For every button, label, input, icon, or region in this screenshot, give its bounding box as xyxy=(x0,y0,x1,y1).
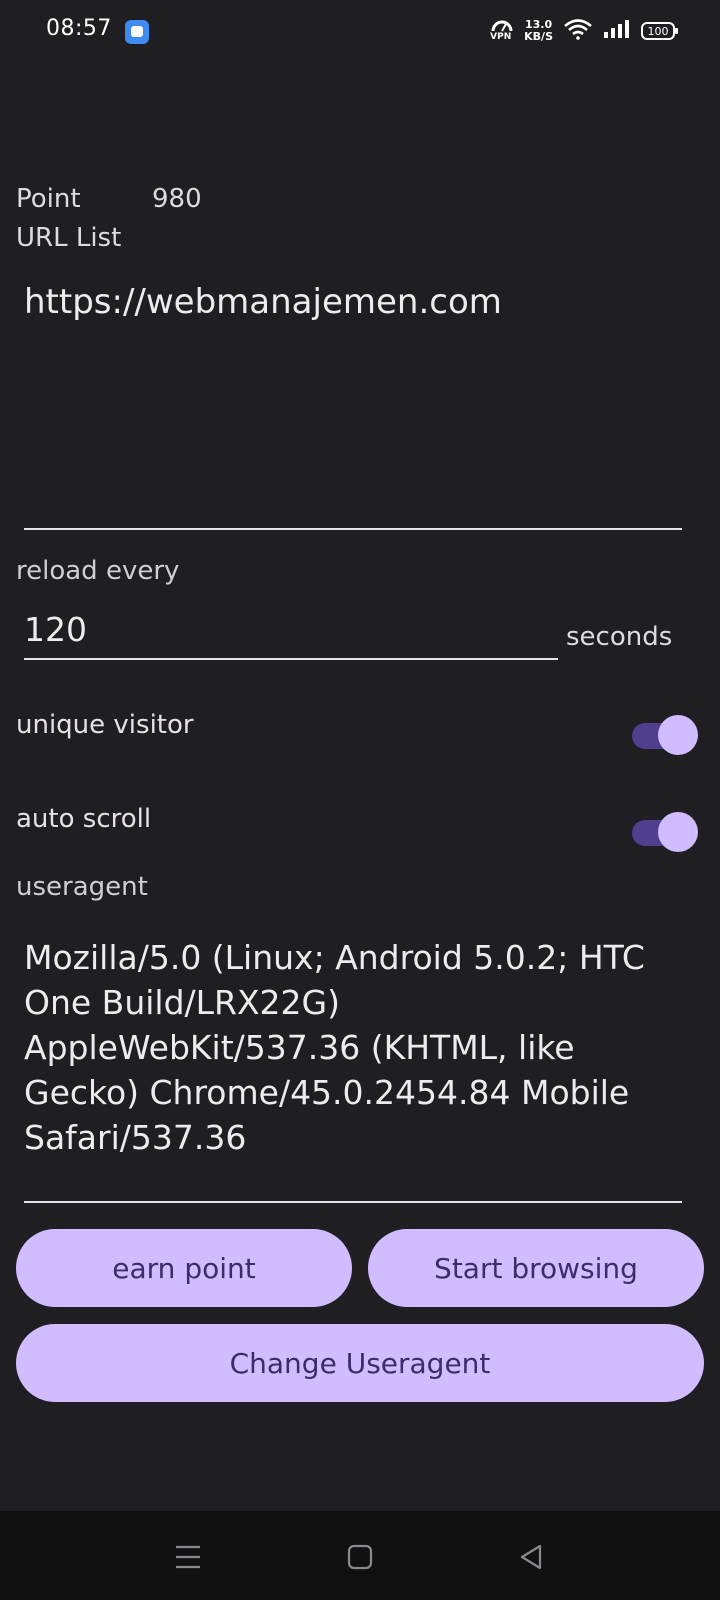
change-useragent-button[interactable]: Change Useragent xyxy=(16,1324,704,1402)
network-speed-unit: KB/S xyxy=(524,30,553,43)
url-list-value: https://webmanajemen.com xyxy=(24,282,502,322)
app-notification-icon xyxy=(125,20,149,44)
recent-apps-icon[interactable] xyxy=(170,1539,206,1575)
earn-point-button[interactable]: earn point xyxy=(16,1229,352,1307)
status-icons: VPN 13.0 KB/S 100 xyxy=(490,18,678,44)
navigation-bar xyxy=(0,1511,720,1600)
battery-icon: 100 xyxy=(641,22,678,40)
unique-visitor-label: unique visitor xyxy=(16,710,194,740)
point-value: 980 xyxy=(152,184,202,214)
useragent-value: Mozilla/5.0 (Linux; Android 5.0.2; HTC O… xyxy=(24,938,645,1157)
seconds-unit-label: seconds xyxy=(566,622,673,652)
home-icon[interactable] xyxy=(342,1539,378,1575)
point-label: Point xyxy=(16,184,81,214)
useragent-input[interactable]: Mozilla/5.0 (Linux; Android 5.0.2; HTC O… xyxy=(24,935,682,1203)
status-time: 08:57 xyxy=(46,16,112,41)
back-icon[interactable] xyxy=(514,1539,550,1575)
url-list-input[interactable]: https://webmanajemen.com xyxy=(24,270,682,530)
reload-seconds-input[interactable]: 120 xyxy=(24,600,558,660)
start-browsing-button[interactable]: Start browsing xyxy=(368,1229,704,1307)
reload-seconds-value: 120 xyxy=(24,610,87,649)
unique-visitor-switch[interactable] xyxy=(632,715,698,755)
switch-thumb xyxy=(658,715,698,755)
cellular-signal-icon xyxy=(603,19,631,43)
vpn-icon: VPN xyxy=(490,18,514,44)
battery-level: 100 xyxy=(647,24,669,38)
url-list-label: URL List xyxy=(16,223,122,253)
reload-every-label: reload every xyxy=(16,556,180,586)
useragent-label: useragent xyxy=(16,872,148,902)
wifi-icon xyxy=(563,18,593,44)
status-bar: 08:57 VPN 13.0 KB/S 100 xyxy=(0,0,720,64)
auto-scroll-switch[interactable] xyxy=(632,812,698,852)
vpn-label: VPN xyxy=(490,32,512,42)
switch-thumb xyxy=(658,812,698,852)
auto-scroll-label: auto scroll xyxy=(16,804,152,834)
network-speed: 13.0 KB/S xyxy=(524,19,553,43)
